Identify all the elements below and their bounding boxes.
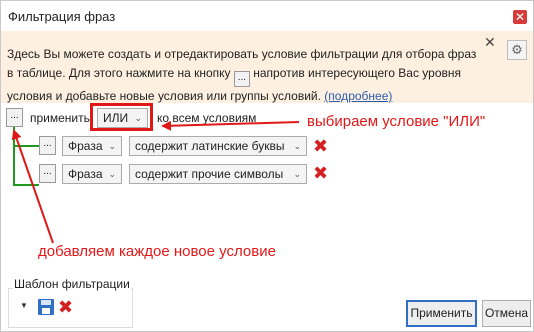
cancel-button[interactable]: Отмена	[482, 300, 531, 327]
save-icon[interactable]	[38, 299, 54, 315]
template-group-title: Шаблон фильтрации	[13, 277, 131, 291]
filter-dialog: Фильтрация фраз ✕ Здесь Вы можете создат…	[0, 0, 534, 332]
arrow-to-add-button	[11, 129, 54, 244]
template-delete-icon[interactable]: ✖	[58, 297, 73, 318]
annotation-choose-or: выбираем условие "ИЛИ"	[307, 113, 486, 130]
apply-button[interactable]: Применить	[406, 300, 477, 327]
template-dropdown-icon[interactable]: ▼	[20, 301, 28, 310]
arrow-to-operator	[161, 120, 300, 131]
annotation-add-each: добавляем каждое новое условие	[38, 243, 276, 260]
